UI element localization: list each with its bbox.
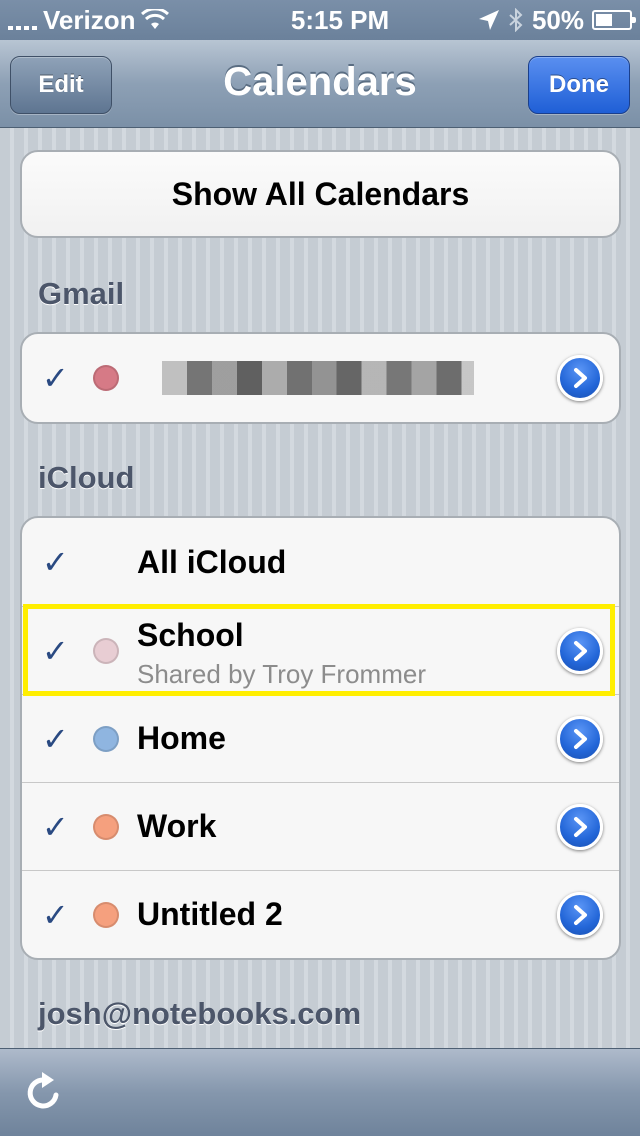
status-right: 50%	[452, 4, 636, 36]
calendar-row-all-icloud[interactable]: ✓ All iCloud	[22, 518, 619, 606]
calendar-row-home[interactable]: ✓ Home	[22, 694, 619, 782]
calendar-shared-by: Shared by Troy Frommer	[137, 659, 426, 689]
calendar-row-school[interactable]: ✓ School Shared by Troy Frommer	[22, 606, 619, 694]
calendar-color-dot	[93, 365, 119, 391]
chevron-right-icon[interactable]	[557, 355, 603, 401]
location-arrow-icon	[478, 10, 499, 30]
calendar-color-dot	[93, 813, 119, 840]
bluetooth-icon	[509, 8, 523, 32]
signal-strength-icon	[8, 10, 37, 30]
calendar-label: All iCloud	[137, 543, 287, 580]
calendar-row-work[interactable]: ✓ Work	[22, 782, 619, 870]
calendar-label: School	[137, 617, 244, 653]
calendar-label: Untitled 2	[137, 896, 283, 932]
carrier-name: Verizon	[43, 4, 136, 35]
redacted-calendar-name	[162, 361, 474, 395]
show-all-calendars-button[interactable]: Show All Calendars	[20, 150, 621, 238]
chevron-right-icon[interactable]	[557, 891, 603, 938]
calendar-label: Work	[137, 808, 217, 844]
status-left: Verizon	[8, 5, 228, 36]
calendar-color-dot	[93, 901, 119, 928]
wifi-icon	[141, 9, 170, 29]
calendar-color-dot	[93, 637, 119, 664]
checkmark-icon: ✓	[42, 896, 69, 933]
section-header-gmail: Gmail	[38, 276, 125, 311]
bottom-toolbar	[0, 1048, 640, 1136]
section-header-account: josh@notebooks.com	[38, 996, 362, 1031]
calendar-color-dot	[93, 725, 119, 752]
checkmark-icon: ✓	[42, 720, 69, 757]
battery-percent: 50%	[531, 4, 584, 35]
refresh-icon[interactable]	[22, 1071, 66, 1115]
battery-icon	[592, 10, 636, 30]
chevron-right-icon[interactable]	[557, 715, 603, 762]
navigation-bar: Edit Calendars Done	[0, 40, 640, 128]
checkmark-icon: ✓	[42, 808, 69, 845]
battery-fill	[596, 14, 612, 26]
icloud-calendar-group: ✓ All iCloud ✓ School Shared by Troy Fro…	[20, 516, 621, 960]
gmail-calendar-group: ✓	[20, 332, 621, 424]
chevron-right-icon[interactable]	[557, 627, 603, 674]
checkmark-icon: ✓	[42, 632, 69, 669]
checkmark-icon: ✓	[42, 544, 69, 580]
calendar-label: Home	[137, 720, 226, 756]
chevron-right-icon[interactable]	[557, 803, 603, 850]
done-button[interactable]: Done	[528, 56, 630, 114]
status-bar: Verizon 5:15 PM 50%	[0, 0, 640, 40]
calendar-row-gmail[interactable]: ✓	[22, 334, 619, 422]
checkmark-icon: ✓	[42, 360, 69, 396]
section-header-icloud: iCloud	[38, 460, 135, 495]
status-time: 5:15 PM	[290, 4, 390, 35]
calendar-row-untitled-2[interactable]: ✓ Untitled 2	[22, 870, 619, 958]
